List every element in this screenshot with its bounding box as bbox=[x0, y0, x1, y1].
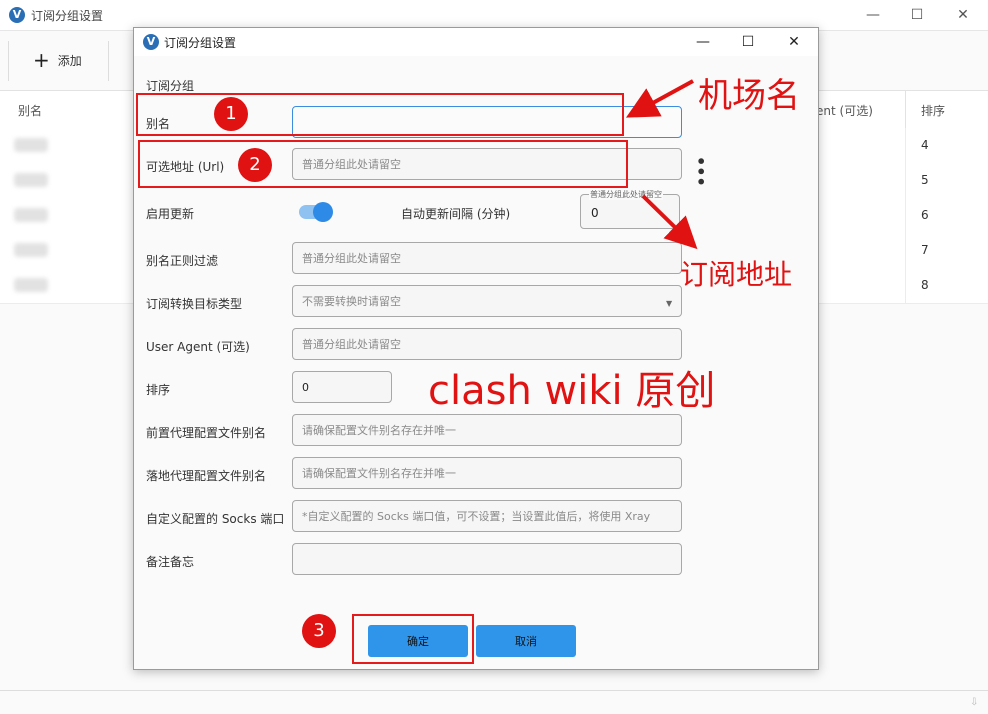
section-title: 订阅分组 bbox=[146, 79, 195, 93]
memo-input[interactable] bbox=[292, 543, 682, 575]
dialog-logo-icon: V bbox=[143, 34, 159, 50]
status-divider bbox=[0, 690, 988, 691]
header-sort[interactable]: 排序 bbox=[921, 102, 945, 119]
dialog-close-icon[interactable]: ✕ bbox=[783, 31, 805, 53]
minimize-icon[interactable]: — bbox=[862, 4, 884, 26]
auto-interval-label: 自动更新间隔 (分钟) bbox=[401, 207, 511, 221]
bg-window-title: 订阅分组设置 bbox=[31, 9, 104, 23]
convert-target-select[interactable] bbox=[292, 285, 682, 317]
annotation-label-airport-name: 机场名 bbox=[698, 76, 800, 116]
enable-update-label: 启用更新 bbox=[146, 207, 195, 221]
more-options-icon[interactable]: ••• bbox=[691, 156, 710, 187]
auto-interval-value: 0 bbox=[591, 206, 599, 220]
enable-update-toggle[interactable] bbox=[299, 202, 333, 222]
user-agent-label: User Agent (可选) bbox=[146, 340, 250, 354]
row-sort: 5 bbox=[921, 173, 929, 187]
row-sort: 8 bbox=[921, 278, 929, 292]
annotation-badge-2: 2 bbox=[238, 148, 272, 182]
header-user-agent[interactable]: ent (可选) bbox=[816, 102, 873, 119]
blurred-cell bbox=[14, 278, 48, 292]
header-divider bbox=[905, 91, 906, 128]
add-button[interactable]: + 添加 bbox=[33, 49, 82, 71]
cancel-button[interactable]: 取消 bbox=[476, 625, 576, 657]
dialog-minimize-icon[interactable]: — bbox=[692, 31, 714, 53]
blurred-cell bbox=[14, 138, 48, 152]
row-sort: 6 bbox=[921, 208, 929, 222]
alias-filter-label: 别名正则过滤 bbox=[146, 254, 219, 268]
cell-divider bbox=[905, 268, 906, 303]
annotation-box-ok bbox=[352, 614, 474, 664]
sort-label: 排序 bbox=[146, 383, 171, 397]
annotation-box-url bbox=[138, 140, 628, 188]
dialog-title: 订阅分组设置 bbox=[164, 36, 237, 50]
annotation-box-alias bbox=[136, 93, 624, 136]
watermark-text: clash wiki 原创 bbox=[428, 368, 716, 414]
cell-divider bbox=[905, 128, 906, 163]
auto-interval-hint: 普通分组此处请留空 bbox=[589, 189, 663, 200]
close-icon[interactable]: ✕ bbox=[952, 4, 974, 26]
dropdown-arrow-icon[interactable]: ▼ bbox=[666, 299, 672, 308]
convert-target-label: 订阅转换目标类型 bbox=[146, 297, 243, 311]
annotation-badge-3: 3 bbox=[302, 614, 336, 648]
add-button-label: 添加 bbox=[57, 53, 82, 68]
auto-interval-input[interactable]: 普通分组此处请留空 0 bbox=[580, 189, 680, 229]
socks-port-label: 自定义配置的 Socks 端口 bbox=[146, 512, 285, 526]
cell-divider bbox=[905, 163, 906, 198]
prev-proxy-input[interactable] bbox=[292, 414, 682, 446]
app-logo-icon: V bbox=[9, 7, 25, 23]
alias-filter-input[interactable] bbox=[292, 242, 682, 274]
next-proxy-label: 落地代理配置文件别名 bbox=[146, 469, 267, 483]
cell-divider bbox=[905, 233, 906, 268]
blurred-cell bbox=[14, 243, 48, 257]
sort-input[interactable] bbox=[292, 371, 392, 403]
memo-label: 备注备忘 bbox=[146, 555, 195, 569]
blurred-cell bbox=[14, 208, 48, 222]
next-proxy-input[interactable] bbox=[292, 457, 682, 489]
dialog-maximize-icon[interactable]: ☐ bbox=[737, 31, 759, 53]
socks-port-input[interactable] bbox=[292, 500, 682, 532]
toolbar-divider bbox=[108, 41, 109, 81]
prev-proxy-label: 前置代理配置文件别名 bbox=[146, 426, 267, 440]
row-sort: 7 bbox=[921, 243, 929, 257]
toggle-knob bbox=[313, 202, 333, 222]
blurred-cell bbox=[14, 173, 48, 187]
cell-divider bbox=[905, 198, 906, 233]
annotation-badge-1: 1 bbox=[214, 97, 248, 131]
maximize-icon[interactable]: ☐ bbox=[906, 4, 928, 26]
annotation-label-subscription-url: 订阅地址 bbox=[680, 258, 793, 291]
toolbar-divider bbox=[8, 41, 9, 81]
dialog-titlebar: V 订阅分组设置 — ☐ ✕ bbox=[134, 28, 818, 56]
row-sort: 4 bbox=[921, 138, 929, 152]
header-alias[interactable]: 别名 bbox=[18, 102, 42, 119]
scroll-down-icon[interactable]: ⇩ bbox=[970, 697, 978, 708]
user-agent-input[interactable] bbox=[292, 328, 682, 360]
plus-icon: + bbox=[33, 48, 50, 72]
